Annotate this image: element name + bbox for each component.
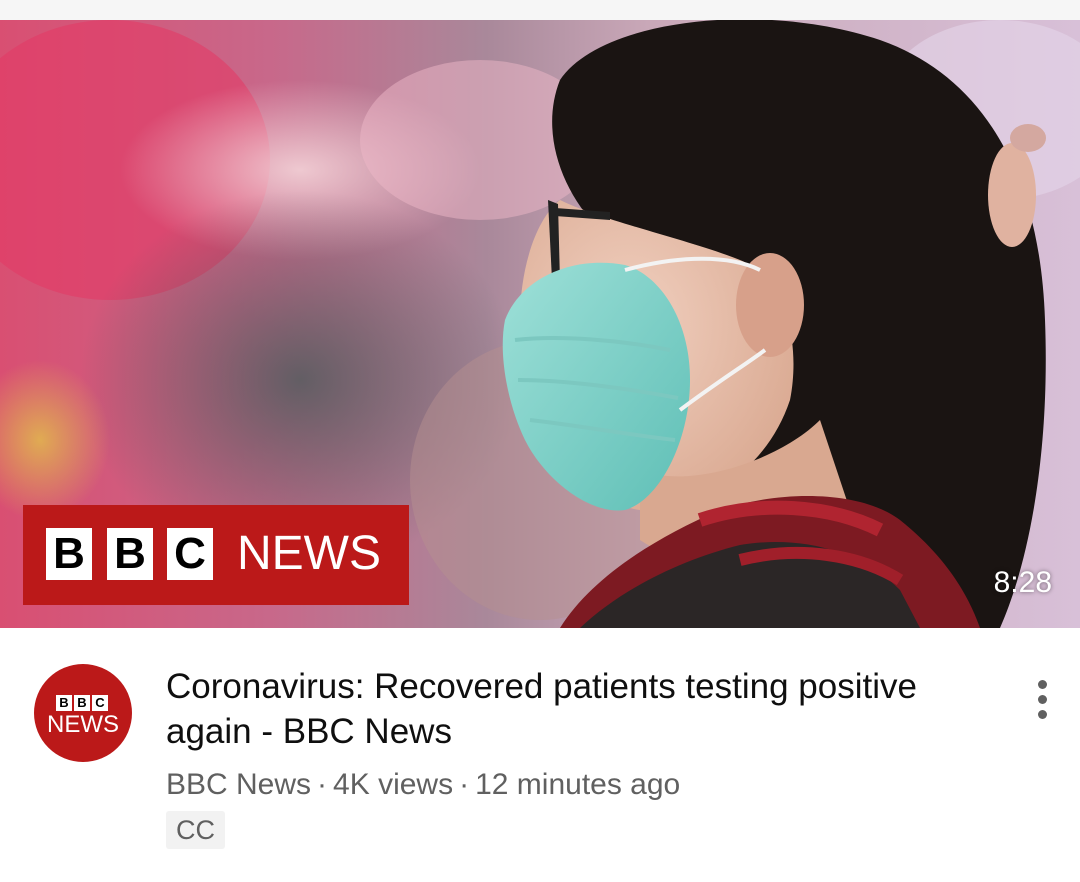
video-duration: 8:28	[993, 566, 1052, 599]
more-options-button[interactable]	[1026, 674, 1060, 724]
video-title[interactable]: Coronavirus: Recovered patients testing …	[166, 664, 926, 754]
meta-separator: ·	[459, 768, 470, 801]
bbc-logo-letter-b2: B	[107, 528, 153, 580]
closed-captions-badge: CC	[166, 811, 225, 849]
channel-avatar[interactable]: B B C NEWS	[34, 664, 132, 762]
bbc-logo-letter-c: C	[167, 528, 213, 580]
avatar-logo-word: NEWS	[47, 711, 119, 738]
top-divider	[0, 0, 1080, 20]
avatar-logo-letters: B B C	[56, 695, 108, 711]
upload-age: 12 minutes ago	[475, 768, 681, 801]
channel-name[interactable]: BBC News	[166, 768, 311, 801]
avatar-letter-b2: B	[74, 695, 90, 711]
meta-separator: ·	[317, 768, 328, 801]
avatar-letter-c: C	[92, 695, 108, 711]
bbc-logo-letter-b1: B	[46, 528, 92, 580]
avatar-letter-b1: B	[56, 695, 72, 711]
bbc-logo-word: NEWS	[237, 527, 381, 580]
video-card[interactable]: B B C NEWS 8:28 B B C NEWS Coronavirus: …	[0, 0, 1080, 882]
video-metadata: BBC News · 4K views · 12 minutes ago	[166, 765, 680, 805]
view-count: 4K views	[333, 768, 454, 801]
